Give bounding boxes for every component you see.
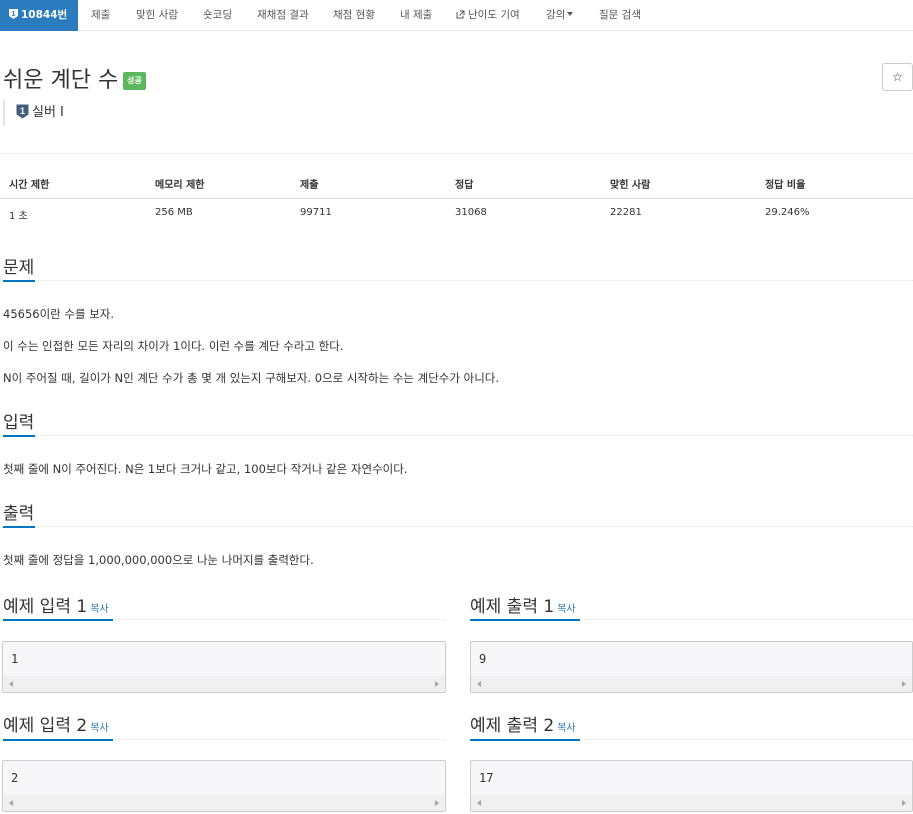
- table-header-solved-users: 맞힌 사람: [610, 180, 651, 191]
- copy-sample-output-2-link[interactable]: 복사: [557, 723, 575, 734]
- sample-input-1-heading: 예제 입력 1 복사: [3, 592, 109, 617]
- divider: [0, 153, 913, 154]
- nav-problem-number[interactable]: 1 10844번: [0, 0, 78, 31]
- sample-input-2-title: 예제 입력 2: [3, 716, 88, 736]
- table-header-divider: [0, 198, 913, 199]
- nav-solved-users[interactable]: 맞힌 사람: [136, 0, 178, 31]
- section-underline: [470, 619, 580, 621]
- sample-output-2-box[interactable]: 17: [470, 760, 913, 812]
- sample-output-1-title: 예제 출력 1: [470, 597, 555, 617]
- section-heading-output: 출력: [3, 504, 35, 524]
- scroll-right-icon[interactable]: [435, 800, 439, 806]
- section-rule: [3, 280, 913, 281]
- table-cell-memory-limit: 256 MB: [155, 207, 193, 218]
- problem-text-line-1: 45656이란 수를 보자.: [3, 307, 115, 321]
- scroll-left-icon[interactable]: [477, 800, 481, 806]
- nav-my-submissions[interactable]: 내 제출: [400, 0, 432, 31]
- sample-output-2-text: 17: [479, 771, 494, 785]
- silver-tier-icon: 1: [16, 104, 29, 119]
- horizontal-scrollbar[interactable]: [471, 795, 912, 811]
- scroll-left-icon[interactable]: [9, 681, 13, 687]
- section-underline: [3, 435, 35, 437]
- sample-output-2-heading: 예제 출력 2 복사: [470, 711, 576, 736]
- svg-text:1: 1: [12, 11, 16, 18]
- scroll-right-icon[interactable]: [435, 681, 439, 687]
- sample-input-2-heading: 예제 입력 2 복사: [3, 711, 109, 736]
- scroll-right-icon[interactable]: [902, 681, 906, 687]
- sample-output-1-heading: 예제 출력 1 복사: [470, 592, 576, 617]
- horizontal-scrollbar[interactable]: [3, 795, 445, 811]
- problem-title: 쉬운 계단 수: [3, 68, 119, 93]
- nav-question-search[interactable]: 질문 검색: [599, 0, 641, 31]
- table-cell-time-limit: 1 초: [9, 211, 28, 222]
- problem-tier: 1 실버 I: [3, 100, 64, 126]
- section-heading-problem: 문제: [3, 258, 35, 278]
- table-header-submissions: 제출: [300, 180, 319, 191]
- table-cell-accepted: 31068: [455, 207, 487, 218]
- external-link-icon: [456, 10, 465, 19]
- scroll-left-icon[interactable]: [9, 800, 13, 806]
- nav-problem-number-label: 10844번: [21, 9, 68, 21]
- nav-short-coding[interactable]: 숏코딩: [203, 0, 232, 31]
- input-description: 첫째 줄에 N이 주어진다. N은 1보다 크거나 같고, 100보다 작거나 …: [3, 462, 408, 476]
- problem-text-line-2: 이 수는 인접한 모든 자리의 차이가 1이다. 이런 수를 계단 수라고 한다…: [3, 339, 344, 353]
- sample-input-2-text: 2: [11, 771, 19, 785]
- section-underline: [3, 280, 35, 282]
- table-cell-submissions: 99711: [300, 207, 332, 218]
- table-header-accepted: 정답: [455, 180, 474, 191]
- copy-sample-input-1-link[interactable]: 복사: [90, 604, 108, 615]
- nav-judge-status[interactable]: 채점 현황: [333, 0, 375, 31]
- table-header-accept-ratio: 정답 비율: [765, 180, 806, 191]
- problem-text-line-3: N이 주어질 때, 길이가 N인 계단 수가 총 몇 개 있는지 구해보자. 0…: [3, 371, 500, 385]
- section-underline: [470, 739, 580, 741]
- output-description: 첫째 줄에 정답을 1,000,000,000으로 나눈 나머지를 출력한다.: [3, 553, 314, 567]
- section-rule: [3, 435, 913, 436]
- copy-sample-input-2-link[interactable]: 복사: [90, 723, 108, 734]
- nav-submit[interactable]: 제출: [91, 0, 110, 31]
- table-header-memory-limit: 메모리 제한: [155, 180, 205, 191]
- sample-input-2-box[interactable]: 2: [2, 760, 446, 812]
- caret-down-icon: [567, 12, 574, 16]
- section-underline: [3, 739, 113, 741]
- section-heading-input: 입력: [3, 413, 35, 433]
- sample-input-1-box[interactable]: 1: [2, 641, 446, 693]
- horizontal-scrollbar[interactable]: [471, 676, 912, 692]
- status-badge: 성공: [123, 72, 146, 90]
- nav-difficulty-contribution-label: 난이도 기여: [468, 9, 520, 21]
- table-cell-accept-ratio: 29.246%: [765, 207, 810, 218]
- scroll-right-icon[interactable]: [902, 800, 906, 806]
- scroll-left-icon[interactable]: [477, 681, 481, 687]
- sample-output-2-title: 예제 출력 2: [470, 716, 555, 736]
- nav-lectures-label: 강의: [546, 9, 566, 21]
- nav-rejudge-results[interactable]: 재채점 결과: [257, 0, 309, 31]
- tier-label: 실버 I: [32, 105, 64, 120]
- copy-sample-output-1-link[interactable]: 복사: [557, 604, 575, 615]
- sample-output-1-box[interactable]: 9: [470, 641, 913, 693]
- table-header-time-limit: 시간 제한: [9, 180, 50, 191]
- sample-output-1-text: 9: [479, 652, 487, 666]
- star-icon: ☆: [892, 70, 903, 84]
- nav-lectures-dropdown[interactable]: 강의: [546, 0, 574, 31]
- table-cell-solved-users: 22281: [610, 207, 642, 218]
- section-rule: [3, 526, 913, 527]
- problem-nav: 1 10844번 제출 맞힌 사람 숏코딩 재채점 결과 채점 현황 내 제출 …: [0, 0, 913, 31]
- nav-difficulty-contribution[interactable]: 난이도 기여: [456, 0, 520, 31]
- section-underline: [3, 526, 35, 528]
- section-underline: [3, 619, 113, 621]
- star-button[interactable]: ☆: [882, 63, 913, 91]
- sample-input-1-title: 예제 입력 1: [3, 597, 88, 617]
- horizontal-scrollbar[interactable]: [3, 676, 445, 692]
- sample-input-1-text: 1: [11, 652, 19, 666]
- svg-text:1: 1: [20, 106, 25, 116]
- silver-tier-icon: 1: [9, 9, 18, 19]
